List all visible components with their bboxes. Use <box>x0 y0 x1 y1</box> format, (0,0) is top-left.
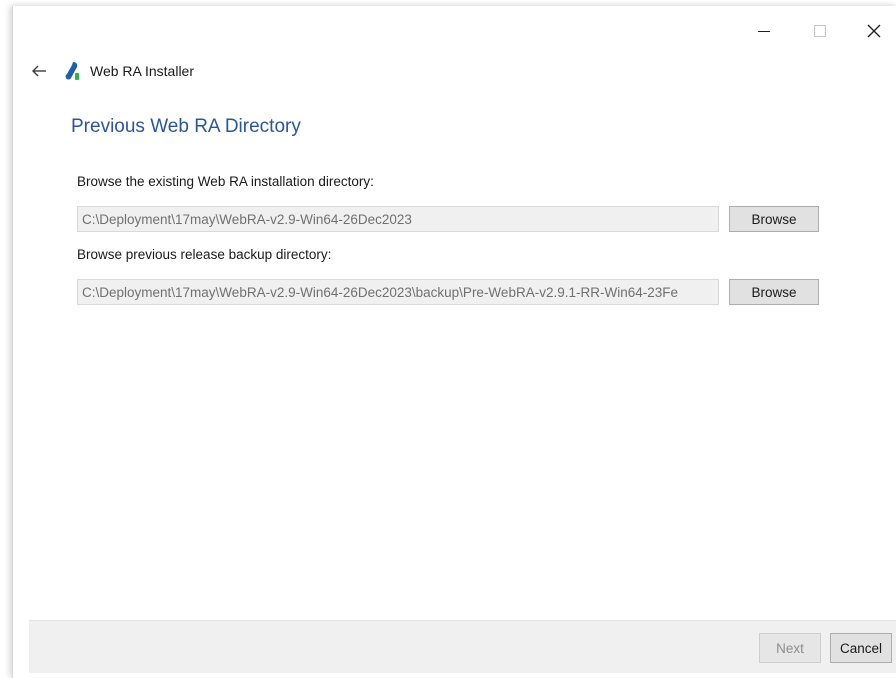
next-button[interactable]: Next <box>759 633 821 663</box>
back-button[interactable] <box>27 59 51 83</box>
app-logo-icon <box>65 62 79 80</box>
app-title: Web RA Installer <box>90 63 195 79</box>
installer-window: Web RA Installer Previous Web RA Directo… <box>12 6 896 678</box>
footer-bar: Next Cancel <box>29 620 896 673</box>
minimize-button[interactable] <box>741 14 787 48</box>
install-dir-label: Browse the existing Web RA installation … <box>77 174 374 189</box>
install-dir-browse-button[interactable]: Browse <box>729 206 819 232</box>
page-title: Previous Web RA Directory <box>71 116 301 137</box>
close-icon <box>867 24 881 38</box>
app-header: Web RA Installer <box>27 58 194 84</box>
maximize-button[interactable] <box>797 14 843 48</box>
backup-dir-label: Browse previous release backup directory… <box>77 247 332 262</box>
cancel-button[interactable]: Cancel <box>830 633 892 663</box>
maximize-icon <box>814 25 826 37</box>
backup-dir-browse-button[interactable]: Browse <box>729 279 819 305</box>
backup-dir-input[interactable]: C:\Deployment\17may\WebRA-v2.9-Win64-26D… <box>77 279 719 305</box>
title-bar <box>13 6 896 56</box>
back-arrow-icon <box>32 65 46 77</box>
minimize-icon <box>758 30 770 32</box>
install-dir-input[interactable]: C:\Deployment\17may\WebRA-v2.9-Win64-26D… <box>77 206 719 232</box>
close-button[interactable] <box>851 14 896 48</box>
app-logo <box>63 61 81 81</box>
